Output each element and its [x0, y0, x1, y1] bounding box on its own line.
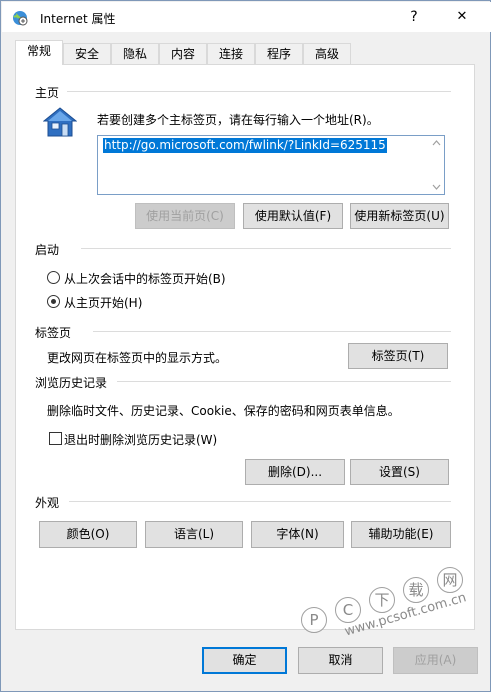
colors-button[interactable]: 颜色(O) [39, 521, 137, 548]
startup-last-session-label: 从上次会话中的标签页开始(B) [64, 272, 226, 286]
internet-options-dialog: Internet 属性 ? ✕ 常规 安全 隐私 内容 连接 程序 高级 主页 … [0, 0, 491, 692]
radio-selected-dot [51, 299, 56, 304]
watermark-char-xia: 下 [369, 587, 395, 613]
home-divider [67, 91, 451, 92]
history-section-title: 浏览历史记录 [35, 376, 108, 390]
startup-section-title: 启动 [35, 243, 60, 257]
textarea-scrollbar[interactable] [429, 136, 444, 194]
languages-button[interactable]: 语言(L) [145, 521, 243, 548]
appearance-divider [69, 501, 451, 502]
home-url-textarea[interactable]: http://go.microsoft.com/fwlink/?LinkId=6… [97, 135, 445, 195]
tabs-section-title: 标签页 [35, 326, 72, 340]
startup-home-label: 从主页开始(H) [64, 296, 143, 310]
tabs-divider [93, 331, 451, 332]
startup-divider [81, 248, 451, 249]
apply-button[interactable]: 应用(A) [393, 647, 478, 674]
use-current-button[interactable]: 使用当前页(C) [135, 203, 235, 229]
delete-on-exit-checkbox[interactable] [49, 432, 62, 445]
tabs-settings-button[interactable]: 标签页(T) [348, 343, 448, 369]
delete-history-button[interactable]: 删除(D)... [245, 459, 345, 485]
tab-connections[interactable]: 连接 [207, 43, 255, 64]
close-button[interactable]: ✕ [439, 2, 485, 32]
home-house-icon [43, 107, 77, 137]
history-description: 删除临时文件、历史记录、Cookie、保存的密码和网页表单信息。 [47, 404, 400, 418]
home-section-title: 主页 [35, 86, 60, 100]
tabs-description: 更改网页在标签页中的显示方式。 [47, 351, 228, 365]
use-default-button[interactable]: 使用默认值(F) [243, 203, 343, 229]
accessibility-button[interactable]: 辅助功能(E) [351, 521, 451, 548]
tab-advanced[interactable]: 高级 [303, 43, 351, 64]
tab-security[interactable]: 安全 [63, 43, 111, 64]
history-settings-button[interactable]: 设置(S) [350, 459, 449, 485]
window-title: Internet 属性 [40, 12, 116, 26]
tab-privacy[interactable]: 隐私 [111, 43, 159, 64]
home-instruction-text: 若要创建多个主标签页，请在每行输入一个地址(R)。 [97, 113, 379, 127]
ok-button[interactable]: 确定 [202, 647, 287, 674]
tab-general[interactable]: 常规 [15, 40, 63, 65]
internet-globe-icon [13, 11, 28, 26]
tab-programs[interactable]: 程序 [255, 43, 303, 64]
startup-last-session-radio[interactable] [47, 271, 60, 284]
home-url-value: http://go.microsoft.com/fwlink/?LinkId=6… [103, 138, 387, 153]
cancel-button[interactable]: 取消 [298, 647, 383, 674]
title-bar[interactable]: Internet 属性 ? ✕ [2, 2, 491, 32]
watermark-letter-c: C [335, 597, 361, 623]
watermark-char-wang: 网 [437, 567, 463, 593]
watermark-letter-p: P [301, 607, 327, 633]
tab-content[interactable]: 内容 [159, 43, 207, 64]
watermark-char-zai: 载 [403, 577, 429, 603]
appearance-section-title: 外观 [35, 496, 60, 510]
fonts-button[interactable]: 字体(N) [251, 521, 344, 548]
help-button[interactable]: ? [391, 2, 437, 32]
history-divider [117, 381, 451, 382]
use-new-tab-button[interactable]: 使用新标签页(U) [350, 203, 449, 229]
delete-on-exit-label: 退出时删除浏览历史记录(W) [64, 433, 218, 447]
startup-home-radio[interactable] [47, 295, 60, 308]
